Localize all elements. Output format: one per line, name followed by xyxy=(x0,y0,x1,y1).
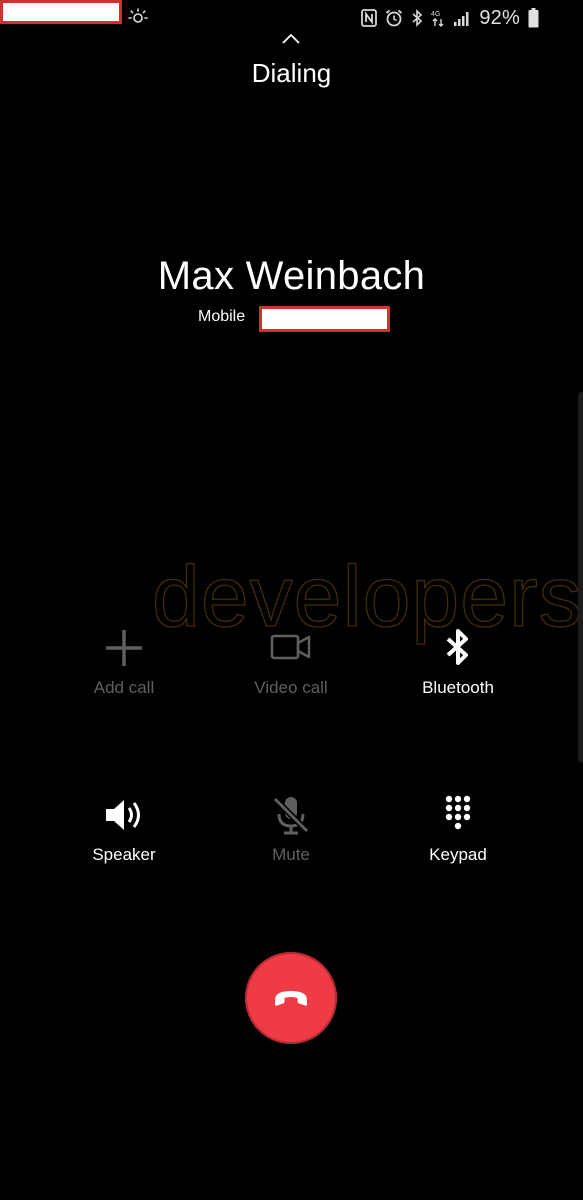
edge-panel-handle[interactable] xyxy=(578,392,583,762)
chevron-up-icon[interactable] xyxy=(281,32,301,46)
add-call-label: Add call xyxy=(93,678,155,697)
bluetooth-icon xyxy=(412,9,423,27)
status-bar: 4G 92% xyxy=(0,0,583,34)
mute-label: Mute xyxy=(272,845,310,864)
redacted-time xyxy=(0,0,122,24)
add-call-icon xyxy=(106,630,142,666)
keypad-button[interactable]: Keypad xyxy=(373,793,543,889)
bluetooth-label: Bluetooth xyxy=(422,678,494,697)
speaker-button[interactable]: Speaker xyxy=(39,793,209,889)
status-icons: 4G 92% xyxy=(361,6,539,30)
number-type: Mobile xyxy=(198,308,246,325)
svg-text:4G: 4G xyxy=(431,11,440,18)
battery-percent: 92% xyxy=(479,6,520,29)
keypad-icon xyxy=(445,795,471,830)
end-call-icon xyxy=(275,991,307,1006)
end-call-button[interactable] xyxy=(245,952,337,1044)
video-call-button[interactable]: Video call xyxy=(206,626,376,722)
signal-icon xyxy=(454,12,469,26)
keypad-label: Keypad xyxy=(429,845,487,864)
add-call-button[interactable]: Add call xyxy=(39,626,209,722)
battery-icon xyxy=(528,8,539,28)
video-call-label: Video call xyxy=(254,678,328,697)
bluetooth-icon xyxy=(446,629,468,665)
mute-button[interactable]: Mute xyxy=(206,793,376,889)
call-status: Dialing xyxy=(251,58,332,88)
data-icon: 4G xyxy=(431,11,444,27)
call-screen: 4G 92% Dialing Max Weinbach Mobile devel… xyxy=(0,0,583,1200)
video-call-icon xyxy=(270,634,311,660)
bluetooth-button[interactable]: Bluetooth xyxy=(373,626,543,722)
speaker-label: Speaker xyxy=(92,845,156,864)
blue-light-filter-icon xyxy=(128,8,148,23)
speaker-icon xyxy=(106,800,140,830)
alarm-icon xyxy=(386,9,403,27)
contact-name: Max Weinbach xyxy=(157,254,426,298)
mute-icon xyxy=(272,796,310,835)
nfc-icon xyxy=(361,9,378,27)
redacted-phone-number xyxy=(259,306,390,332)
